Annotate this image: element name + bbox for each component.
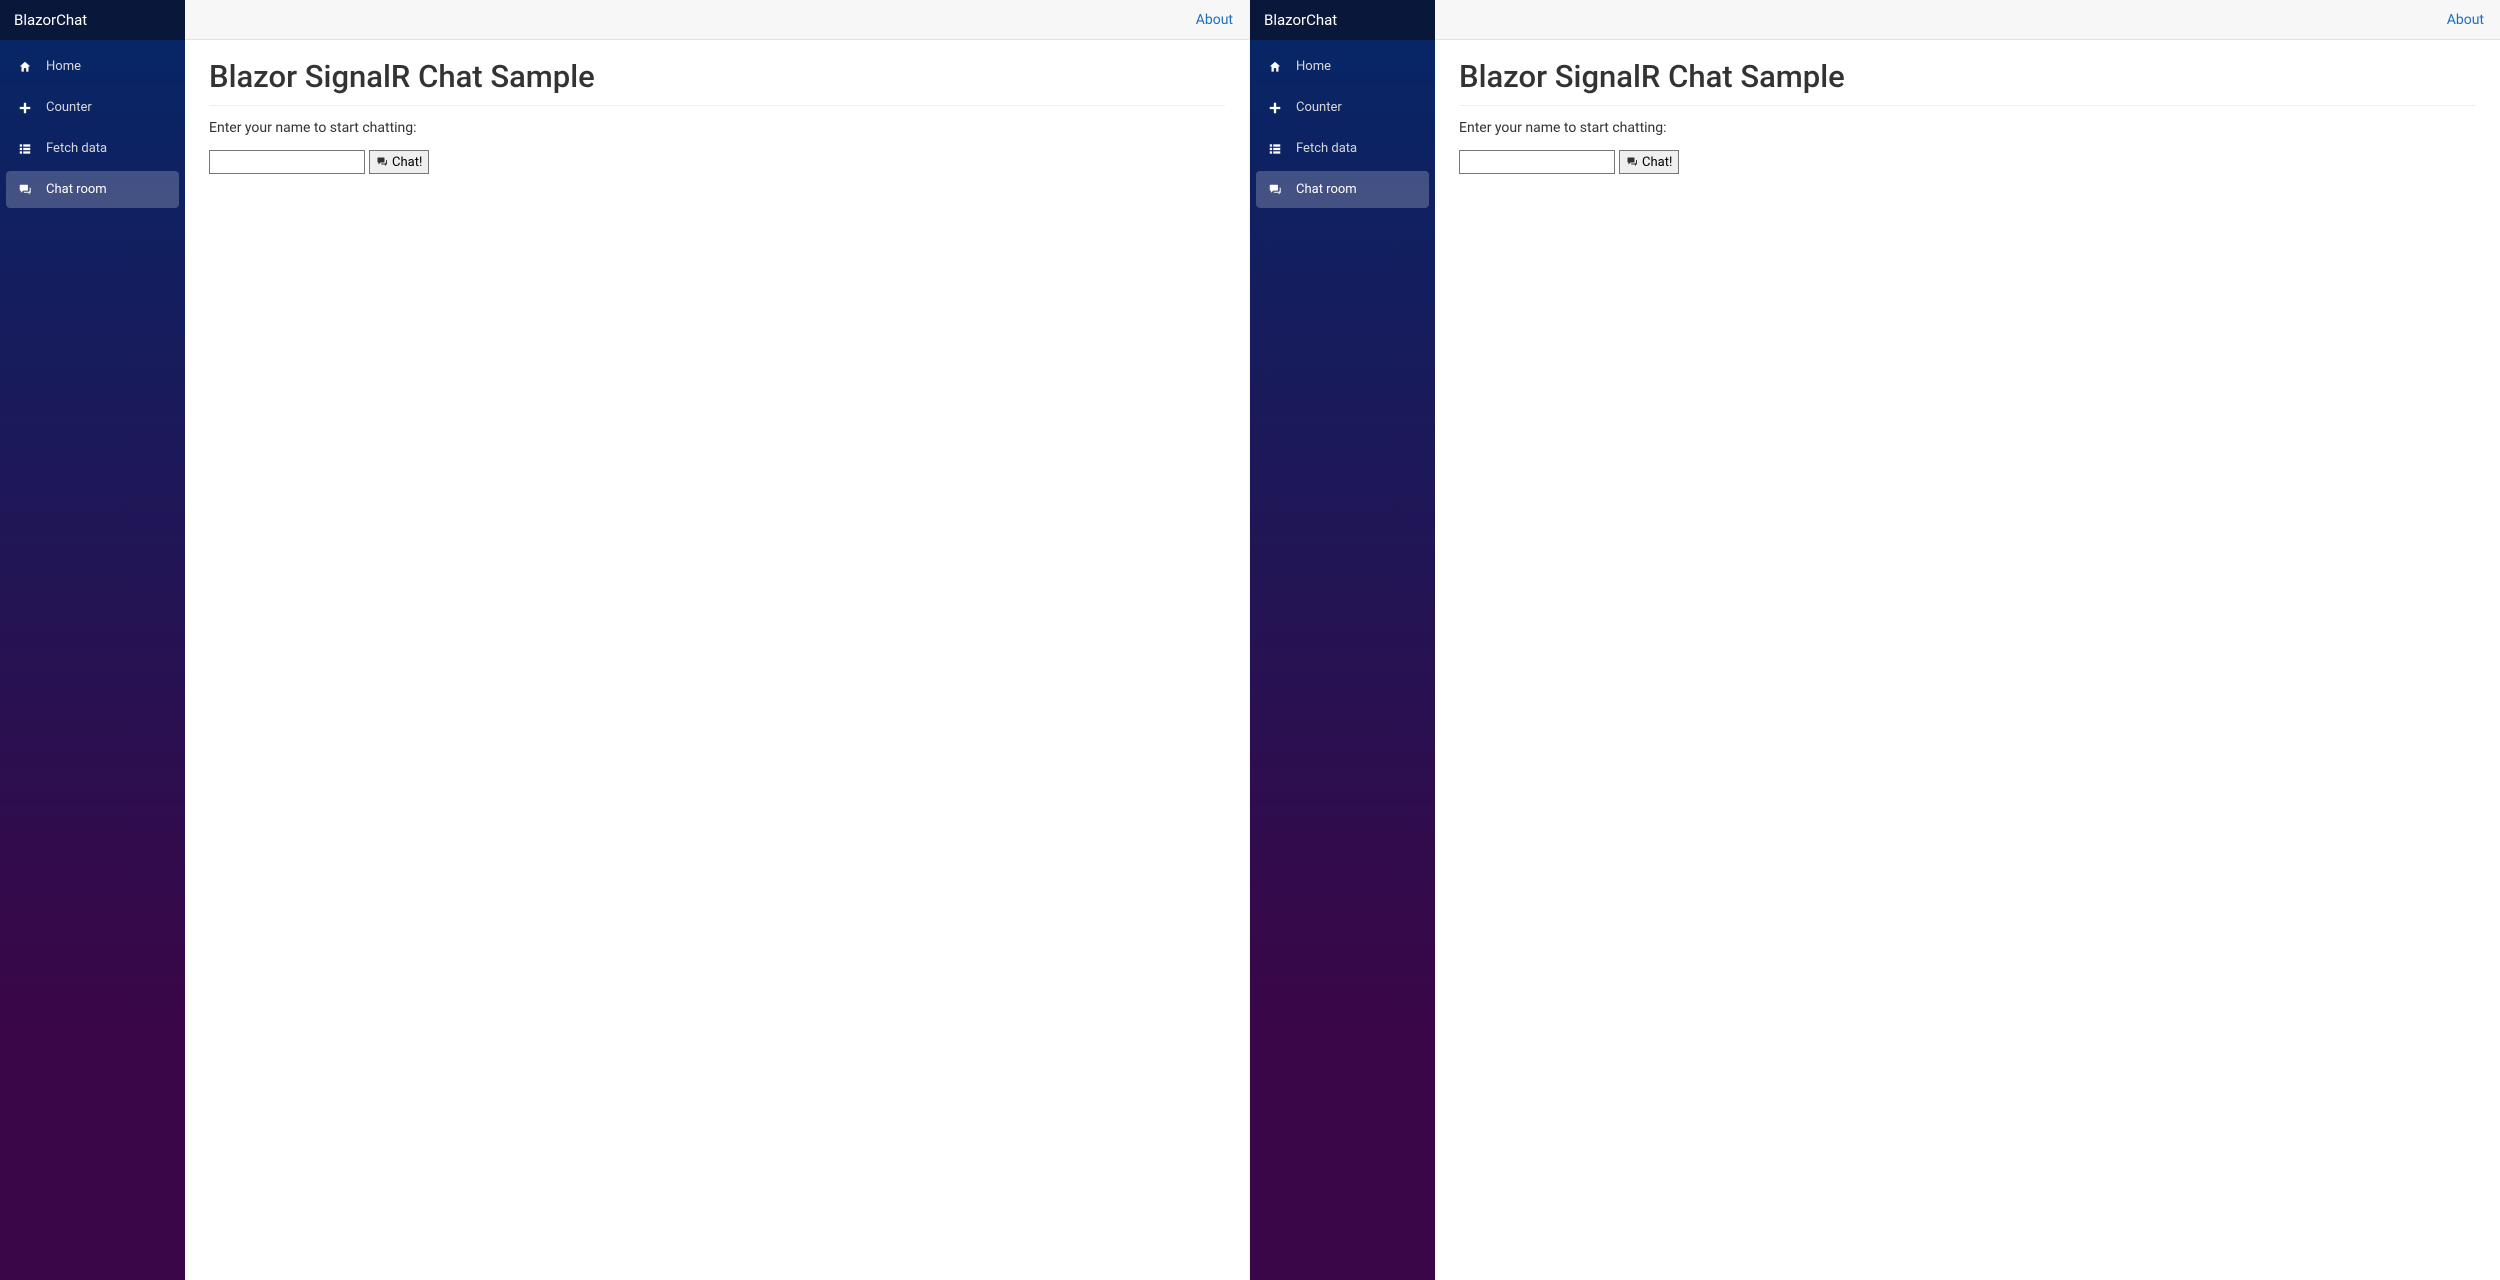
sidebar-item-label: Home [46, 59, 81, 74]
divider [209, 105, 1225, 106]
sidebar-item-home[interactable]: Home [6, 48, 179, 85]
sidebar-item-counter[interactable]: Counter [6, 89, 179, 126]
list-icon [16, 140, 34, 158]
chat-button[interactable]: Chat! [1619, 150, 1679, 174]
window-2: BlazorChat Home Counter [1250, 0, 2500, 1280]
sidebar-item-label: Fetch data [1296, 141, 1357, 156]
sidebar-item-home[interactable]: Home [1256, 48, 1429, 85]
name-input[interactable] [209, 150, 365, 174]
top-row: About [185, 0, 1249, 40]
home-icon [16, 58, 34, 76]
chat-icon [1266, 181, 1284, 199]
sidebar-item-label: Chat room [46, 182, 107, 197]
plus-icon [1266, 99, 1284, 117]
divider [1459, 105, 2476, 106]
sidebar-item-chat-room[interactable]: Chat room [1256, 171, 1429, 208]
sidebar-item-counter[interactable]: Counter [1256, 89, 1429, 126]
prompt-text: Enter your name to start chatting: [209, 120, 1225, 136]
top-row: About [1435, 0, 2500, 40]
viewport: BlazorChat Home Counter [0, 0, 2500, 1280]
chat-icon [1626, 156, 1638, 168]
sidebar-item-chat-room[interactable]: Chat room [6, 171, 179, 208]
sidebar-item-label: Counter [46, 100, 92, 115]
sidebar: BlazorChat Home Counter [1250, 0, 1435, 1280]
plus-icon [16, 99, 34, 117]
sidebar-item-label: Home [1296, 59, 1331, 74]
chat-icon [376, 156, 388, 168]
prompt-text: Enter your name to start chatting: [1459, 120, 2476, 136]
about-link[interactable]: About [2447, 12, 2484, 28]
sidebar-item-fetch-data[interactable]: Fetch data [6, 130, 179, 167]
chat-form: Chat! [1459, 150, 2476, 174]
name-input[interactable] [1459, 150, 1615, 174]
brand[interactable]: BlazorChat [0, 0, 185, 40]
main-content: Blazor SignalR Chat Sample Enter your na… [185, 40, 1249, 192]
main-content: Blazor SignalR Chat Sample Enter your na… [1435, 40, 2500, 192]
chat-icon [16, 181, 34, 199]
sidebar-item-label: Fetch data [46, 141, 107, 156]
window-1: BlazorChat Home Counter [0, 0, 1250, 1280]
chat-button[interactable]: Chat! [369, 150, 429, 174]
chat-button-label: Chat! [1642, 155, 1672, 170]
sidebar-item-fetch-data[interactable]: Fetch data [1256, 130, 1429, 167]
page-title: Blazor SignalR Chat Sample [209, 58, 1225, 95]
nav-menu: Home Counter Fetch data [0, 40, 185, 216]
list-icon [1266, 140, 1284, 158]
nav-menu: Home Counter Fetch data [1250, 40, 1435, 216]
chat-form: Chat! [209, 150, 1225, 174]
brand[interactable]: BlazorChat [1250, 0, 1435, 40]
content-wrap: About Blazor SignalR Chat Sample Enter y… [1435, 0, 2500, 1280]
home-icon [1266, 58, 1284, 76]
page-title: Blazor SignalR Chat Sample [1459, 58, 2476, 95]
chat-button-label: Chat! [392, 155, 422, 170]
about-link[interactable]: About [1196, 12, 1233, 28]
content-wrap: About Blazor SignalR Chat Sample Enter y… [185, 0, 1249, 1280]
sidebar-item-label: Counter [1296, 100, 1342, 115]
sidebar: BlazorChat Home Counter [0, 0, 185, 1280]
sidebar-item-label: Chat room [1296, 182, 1357, 197]
